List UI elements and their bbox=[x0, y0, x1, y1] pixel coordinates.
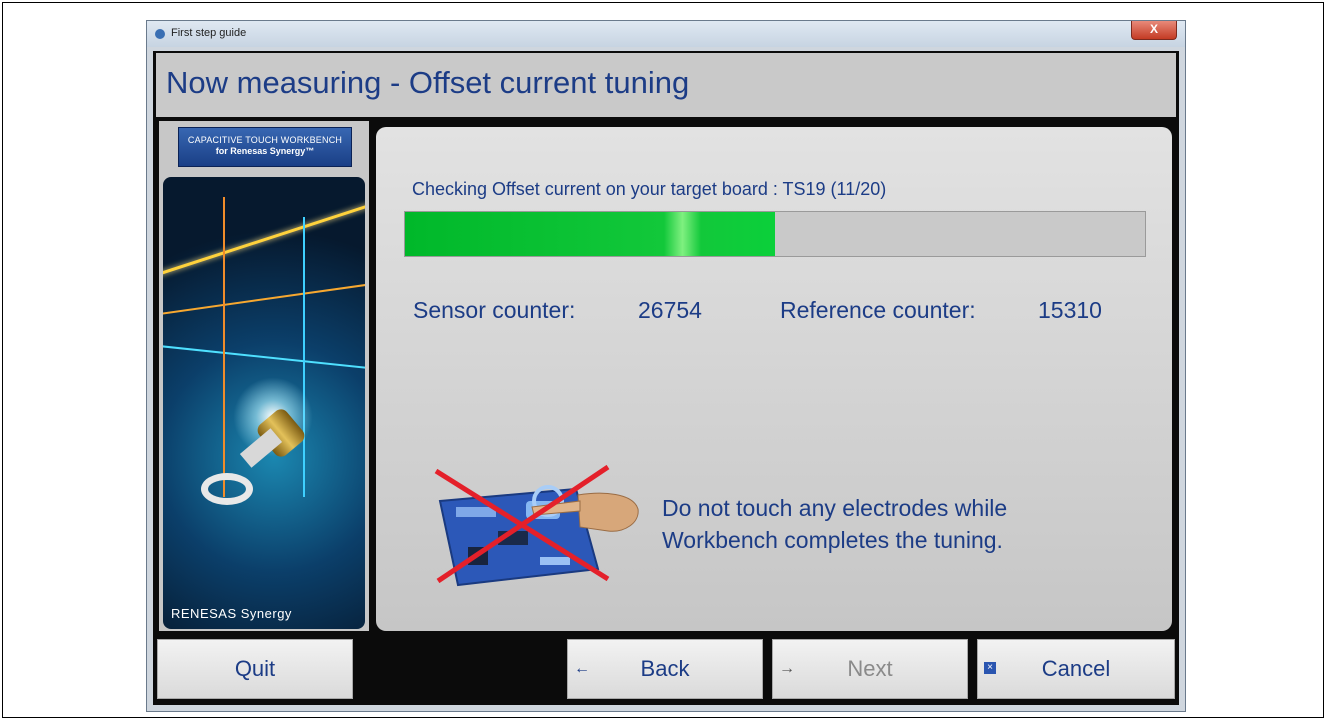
arrow-left-icon: ← bbox=[574, 660, 590, 677]
badge-subtitle: for Renesas Synergy™ bbox=[215, 146, 315, 156]
quit-label: Quit bbox=[234, 656, 276, 681]
close-button[interactable]: X bbox=[1131, 21, 1177, 40]
progress-fill bbox=[405, 212, 775, 256]
wizard-window: First step guide X Now measuring - Offse… bbox=[146, 20, 1186, 712]
page-header: Now measuring - Offset current tuning bbox=[156, 53, 1176, 117]
reference-counter-label: Reference counter: bbox=[780, 297, 976, 323]
cancel-label: Cancel bbox=[1041, 656, 1111, 681]
badge-title: CAPACITIVE TOUCH WORKBENCH bbox=[187, 135, 343, 145]
quit-button[interactable]: Quit bbox=[157, 639, 353, 699]
renesas-synergy-logo: RENESAS Synergy bbox=[171, 606, 292, 621]
warning-text-line1: Do not touch any electrodes while bbox=[662, 495, 1008, 521]
app-icon bbox=[155, 29, 165, 39]
back-label: Back bbox=[640, 656, 690, 681]
arrow-right-icon: → bbox=[779, 660, 795, 677]
next-label: Next bbox=[847, 656, 893, 681]
product-badge: CAPACITIVE TOUCH WORKBENCH for Renesas S… bbox=[178, 127, 352, 167]
sidebar: CAPACITIVE TOUCH WORKBENCH for Renesas S… bbox=[159, 121, 369, 631]
window-title: First step guide bbox=[171, 27, 247, 39]
next-button[interactable]: → Next bbox=[772, 639, 968, 699]
wizard-body: Now measuring - Offset current tuning CA… bbox=[153, 51, 1179, 705]
content-panel: Checking Offset current on your target b… bbox=[376, 127, 1172, 631]
no-touch-board-icon bbox=[434, 464, 639, 587]
cancel-button[interactable]: × Cancel bbox=[977, 639, 1175, 699]
key-artwork: RENESAS Synergy bbox=[163, 177, 365, 629]
key-icon bbox=[201, 473, 253, 505]
status-text: Checking Offset current on your target b… bbox=[412, 179, 887, 199]
title-bar: First step guide X bbox=[147, 21, 1185, 47]
warning-text-line2: Workbench completes the tuning. bbox=[662, 527, 1003, 553]
reference-counter-value: 15310 bbox=[1038, 297, 1102, 323]
sensor-counter-label: Sensor counter: bbox=[413, 297, 576, 323]
page-title: Now measuring - Offset current tuning bbox=[166, 65, 690, 100]
tuning-progress-bar bbox=[404, 211, 1146, 257]
back-button[interactable]: ← Back bbox=[567, 639, 763, 699]
cancel-icon: × bbox=[984, 662, 996, 674]
sensor-counter-value: 26754 bbox=[638, 297, 702, 323]
